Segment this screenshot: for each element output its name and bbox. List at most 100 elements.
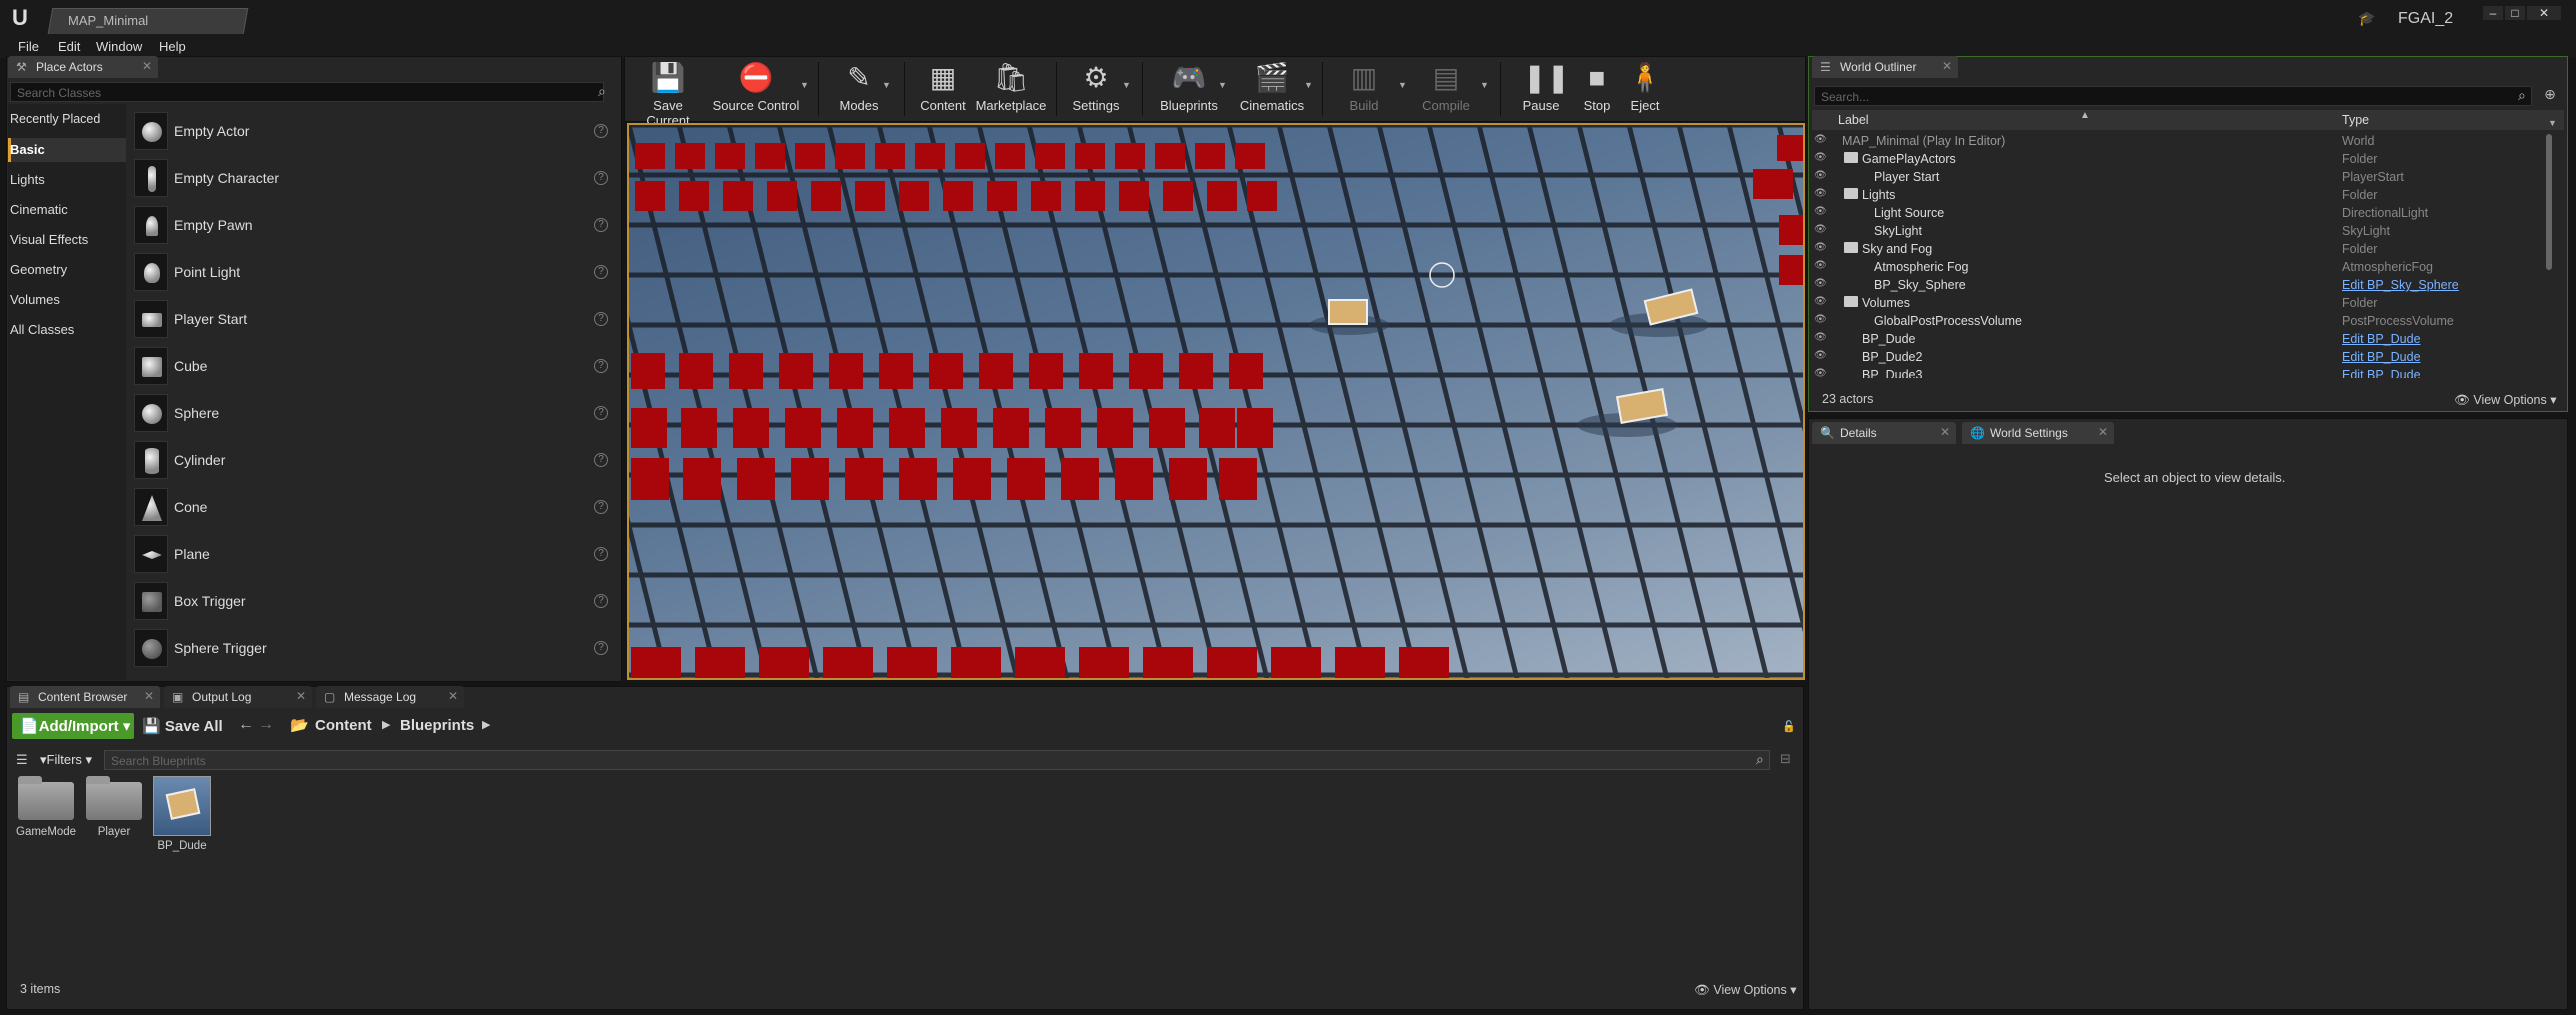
outliner-row[interactable]: 👁 Light Source DirectionalLight — [1812, 204, 2564, 222]
save-current-button[interactable]: 💾 Save Current — [632, 60, 704, 128]
eye-icon[interactable]: 👁 — [1814, 296, 1828, 308]
eye-icon[interactable]: 👁 — [1814, 368, 1828, 378]
edit-blueprint-link[interactable]: Edit BP_Sky_Sphere — [2342, 278, 2459, 292]
help-icon[interactable]: ? — [594, 547, 608, 561]
category-visual-effects[interactable]: Visual Effects — [10, 232, 88, 247]
chevron-down-icon[interactable]: ▼ — [1398, 80, 1407, 90]
search-icon[interactable]: ⌕ — [1756, 751, 1764, 768]
chevron-down-icon[interactable]: ▼ — [1480, 80, 1489, 90]
source-control-button[interactable]: ⛔ Source Control — [712, 60, 800, 118]
outliner-row[interactable]: 👁 BP_Dude3 Edit BP_Dude — [1812, 366, 2564, 378]
actor-sphere[interactable]: Sphere? — [128, 390, 614, 436]
eye-icon[interactable]: 👁 — [1814, 314, 1828, 326]
help-icon[interactable]: ? — [594, 406, 608, 420]
blueprints-button[interactable]: 🎮 Blueprints — [1150, 60, 1228, 118]
outliner-row[interactable]: 👁 Atmospheric Fog AtmosphericFog — [1812, 258, 2564, 276]
help-icon[interactable]: ? — [594, 359, 608, 373]
outliner-row[interactable]: 👁 Lights Folder — [1812, 186, 2564, 204]
edit-blueprint-link[interactable]: Edit BP_Dude — [2342, 368, 2421, 378]
eye-icon[interactable]: 👁 — [1814, 332, 1828, 344]
outliner-row[interactable]: 👁 BP_Sky_Sphere Edit BP_Sky_Sphere — [1812, 276, 2564, 294]
content-view-options[interactable]: 👁 View Options ▾ — [1694, 982, 1797, 998]
outliner-row[interactable]: 👁 Player Start PlayerStart — [1812, 168, 2564, 186]
close-icon[interactable]: ✕ — [448, 689, 458, 703]
build-button[interactable]: ▥ Build — [1330, 60, 1398, 118]
help-icon[interactable]: ? — [594, 500, 608, 514]
add-filter-icon[interactable]: ⊕ — [2538, 86, 2562, 106]
edit-blueprint-link[interactable]: Edit BP_Dude — [2342, 350, 2421, 364]
chevron-down-icon[interactable]: ▼ — [2548, 118, 2557, 128]
menu-edit[interactable]: Edit — [58, 39, 80, 54]
close-icon[interactable]: ✕ — [1940, 425, 1950, 439]
breadcrumb-content[interactable]: Content — [315, 717, 372, 734]
actor-cone[interactable]: Cone? — [128, 484, 614, 530]
back-arrow-icon[interactable]: ← — [238, 716, 254, 734]
outliner-view-options[interactable]: 👁 View Options ▾ — [2454, 392, 2557, 408]
actor-cube[interactable]: Cube? — [128, 343, 614, 389]
outliner-row[interactable]: 👁 BP_Dude Edit BP_Dude — [1812, 330, 2564, 348]
compile-button[interactable]: ▤ Compile — [1412, 60, 1480, 118]
menu-window[interactable]: Window — [96, 39, 142, 54]
close-icon[interactable]: ✕ — [296, 689, 306, 703]
maximize-button[interactable]: □ — [2505, 6, 2525, 20]
search-icon[interactable]: ⌕ — [598, 83, 616, 101]
cinematics-button[interactable]: 🎬 Cinematics — [1232, 60, 1312, 118]
eye-icon[interactable]: 👁 — [1814, 206, 1828, 218]
asset-folder-gamemode[interactable]: GameMode — [16, 776, 76, 838]
forward-arrow-icon[interactable]: → — [258, 716, 274, 734]
close-icon[interactable]: ✕ — [2098, 425, 2108, 439]
settings-button[interactable]: ⚙ Settings — [1064, 60, 1128, 118]
actor-empty-character[interactable]: Empty Character? — [128, 155, 614, 201]
eye-icon[interactable]: 👁 — [1814, 260, 1828, 272]
asset-folder-player[interactable]: Player — [84, 776, 144, 838]
pause-button[interactable]: ❚❚ Pause — [1508, 60, 1574, 118]
outliner-row[interactable]: 👁 GlobalPostProcessVolume PostProcessVolum… — [1812, 312, 2564, 330]
category-recently-placed[interactable]: Recently Placed — [10, 112, 100, 126]
outliner-row[interactable]: 👁 GamePlayActors Folder — [1812, 150, 2564, 168]
category-basic[interactable]: Basic — [10, 142, 45, 157]
help-icon[interactable]: ? — [594, 641, 608, 655]
column-label[interactable]: Label — [1838, 113, 1869, 127]
close-window-button[interactable]: ✕ — [2527, 6, 2561, 20]
add-import-button[interactable]: 📄Add/Import ▾ — [12, 713, 134, 739]
eye-icon[interactable]: 👁 — [1814, 350, 1828, 362]
actor-empty-pawn[interactable]: Empty Pawn? — [128, 202, 614, 248]
chevron-down-icon[interactable]: ▼ — [1304, 80, 1313, 90]
close-icon[interactable]: ✕ — [1942, 59, 1952, 73]
lock-icon[interactable]: 🔓 — [1782, 720, 1796, 733]
menu-file[interactable]: File — [18, 39, 39, 54]
category-cinematic[interactable]: Cinematic — [10, 202, 68, 217]
tab-message-log[interactable]: ▢ Message Log ✕ — [316, 686, 464, 708]
close-icon[interactable]: ✕ — [144, 689, 154, 703]
search-classes-input[interactable]: Search Classes — [10, 82, 604, 102]
tab-output-log[interactable]: ▣ Output Log ✕ — [164, 686, 312, 708]
help-icon[interactable]: ? — [594, 124, 608, 138]
folder-open-icon[interactable]: 📂 — [290, 716, 309, 734]
actor-cylinder[interactable]: Cylinder? — [128, 437, 614, 483]
tab-content-browser[interactable]: ▤ Content Browser ✕ — [10, 686, 160, 708]
actor-point-light[interactable]: Point Light? — [128, 249, 614, 295]
level-viewport[interactable] — [627, 123, 1805, 680]
actor-empty-actor[interactable]: Empty Actor? — [128, 108, 614, 154]
column-type[interactable]: Type — [2342, 113, 2369, 127]
outliner-row[interactable]: 👁 SkyLight SkyLight — [1812, 222, 2564, 240]
tab-details[interactable]: 🔍 Details ✕ — [1812, 422, 1956, 444]
chevron-down-icon[interactable]: ▼ — [1122, 80, 1131, 90]
save-all-button[interactable]: 💾 Save All — [142, 717, 223, 735]
outliner-row[interactable]: 👁 BP_Dude2 Edit BP_Dude — [1812, 348, 2564, 366]
actor-sphere-trigger[interactable]: Sphere Trigger? — [128, 625, 614, 671]
tab-world-outliner[interactable]: ☰ World Outliner ✕ — [1812, 56, 1958, 78]
help-icon[interactable]: ? — [594, 171, 608, 185]
actor-plane[interactable]: Plane? — [128, 531, 614, 577]
category-geometry[interactable]: Geometry — [10, 262, 67, 277]
help-icon[interactable]: ? — [594, 218, 608, 232]
asset-bp-dude[interactable]: BP_Dude — [152, 776, 212, 852]
chevron-down-icon[interactable]: ▼ — [882, 80, 891, 90]
help-icon[interactable]: ? — [594, 312, 608, 326]
tab-place-actors[interactable]: ⚒ Place Actors ✕ — [8, 56, 158, 78]
help-icon[interactable]: ? — [594, 594, 608, 608]
category-volumes[interactable]: Volumes — [10, 292, 60, 307]
category-all-classes[interactable]: All Classes — [10, 322, 74, 337]
marketplace-button[interactable]: 🛍 Marketplace — [974, 60, 1048, 118]
eject-button[interactable]: 🧍 Eject — [1622, 60, 1668, 118]
